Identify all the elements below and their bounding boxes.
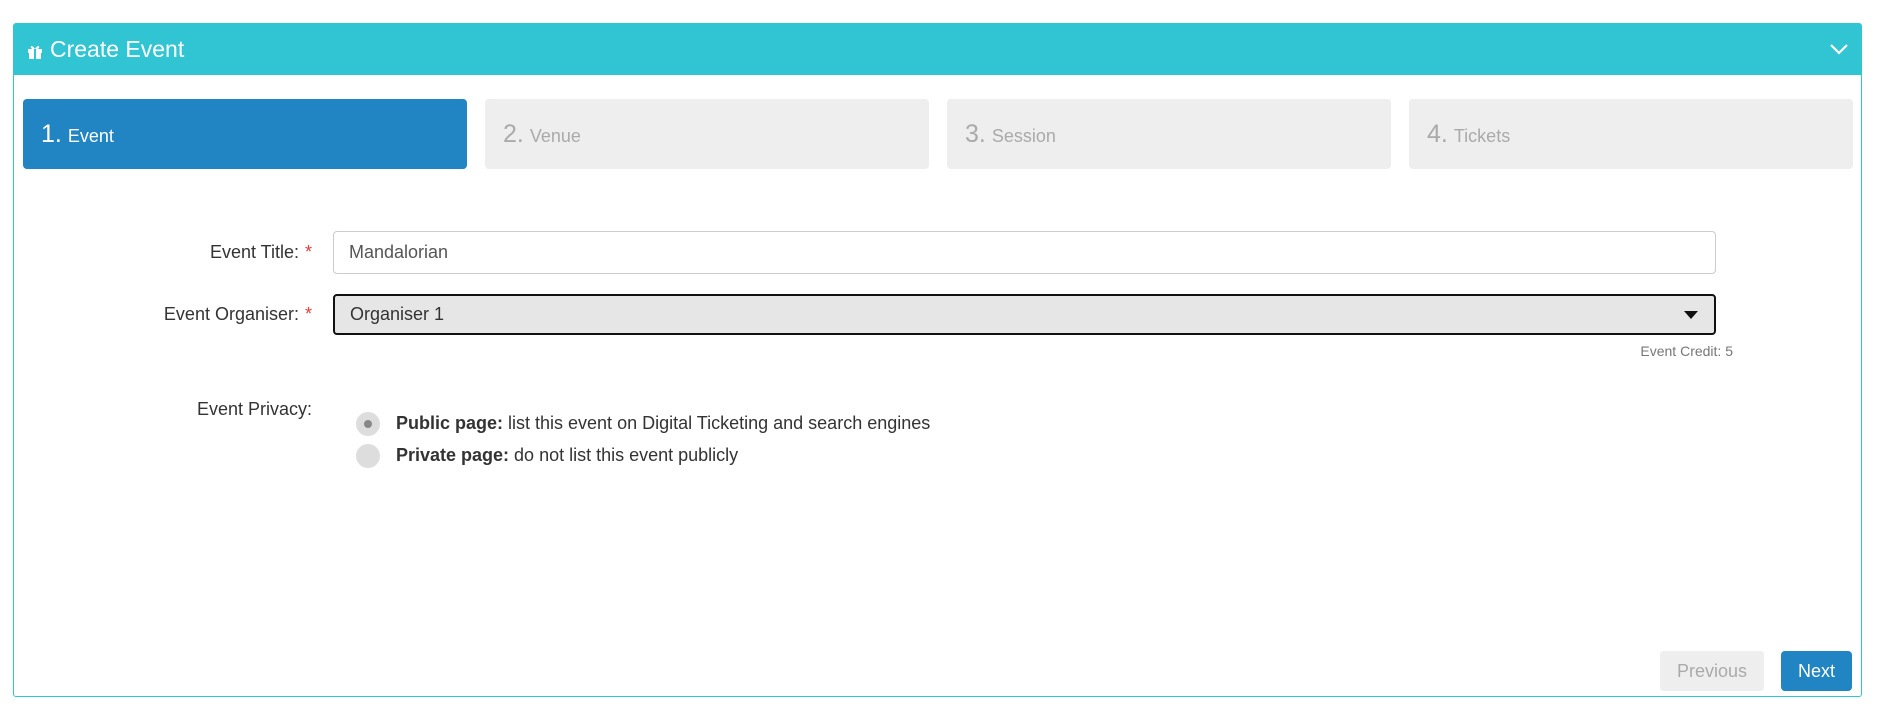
wizard-steps: 1. Event 2. Venue 3. Session 4. Tickets [23, 99, 1853, 169]
step-event[interactable]: 1. Event [23, 99, 467, 169]
caret-down-icon [1684, 311, 1698, 319]
public-page-bold: Public page: [396, 413, 504, 433]
required-mark: * [304, 242, 312, 262]
event-credit-text: Event Credit: 5 [1640, 343, 1733, 359]
step-venue[interactable]: 2. Venue [485, 99, 929, 169]
step-label: Tickets [1453, 126, 1511, 146]
event-title-input[interactable] [333, 231, 1716, 274]
private-page-description: do not list this event publicly [509, 445, 739, 465]
step-tickets[interactable]: 4. Tickets [1409, 99, 1853, 169]
private-page-bold: Private page: [396, 445, 510, 465]
radio-private[interactable] [356, 444, 380, 468]
event-organiser-select[interactable]: Organiser 1 [333, 294, 1716, 335]
organiser-selected-value: Organiser 1 [350, 304, 445, 324]
step-session[interactable]: 3. Session [947, 99, 1391, 169]
panel-header: Create Event [14, 24, 1861, 75]
privacy-option-public-text: Public page: list this event on Digital … [396, 413, 930, 434]
event-organiser-label-text: Event Organiser: [163, 304, 299, 324]
chevron-down-icon[interactable] [1829, 42, 1849, 56]
next-button[interactable]: Next [1781, 651, 1852, 691]
step-number: 3. [965, 120, 986, 148]
event-title-label-text: Event Title: [209, 242, 299, 262]
radio-public[interactable] [356, 412, 380, 436]
step-label: Session [991, 126, 1056, 146]
step-number: 1. [41, 120, 62, 148]
event-title-label: Event Title: * [210, 242, 312, 263]
create-event-panel: Create Event 1. Event 2. Venue 3. Session 4… [13, 23, 1862, 697]
step-label: Venue [529, 126, 581, 146]
step-number: 4. [1427, 120, 1448, 148]
required-mark: * [304, 304, 312, 324]
privacy-option-private-text: Private page: do not list this event pub… [396, 445, 738, 466]
event-organiser-label: Event Organiser: * [164, 304, 312, 325]
step-label: Event [67, 126, 114, 146]
step-number: 2. [503, 120, 524, 148]
previous-button[interactable]: Previous [1660, 651, 1764, 691]
gift-icon [28, 45, 42, 59]
public-page-description: list this event on Digital Ticketing and… [503, 413, 931, 433]
event-privacy-label: Event Privacy: [196, 399, 312, 419]
panel-title: Create Event [50, 36, 185, 62]
